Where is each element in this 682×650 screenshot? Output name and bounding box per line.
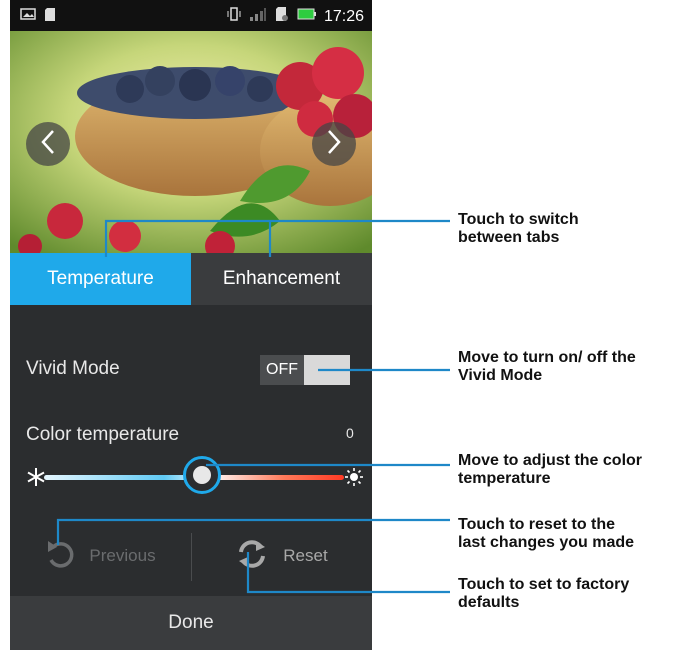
callout-vivid: Move to turn on/ off the Vivid Mode [458,349,636,385]
battery-icon [297,7,317,26]
sd-card-icon [44,7,56,27]
next-image-button[interactable] [312,122,356,166]
previous-image-button[interactable] [26,122,70,166]
refresh-icon [235,537,269,576]
callout-previous-line1: Touch to reset to the [458,516,616,533]
sim-icon [274,6,290,27]
callout-reset-line2: defaults [458,594,520,611]
callout-reset: Touch to set to factory defaults [458,576,629,612]
previous-label: Previous [89,546,156,565]
previous-button[interactable]: Previous [10,517,191,595]
callout-tabs-line1: Touch to switch [458,211,579,228]
signal-icon [249,6,267,27]
vibrate-icon [226,6,242,27]
color-temperature-slider[interactable] [22,456,364,494]
callout-tabs: Touch to switch between tabs [458,211,579,247]
status-time: 17:26 [323,7,364,25]
color-temperature-label: Color temperature [26,424,180,445]
preview-photo [10,31,372,253]
callout-previous: Touch to reset to the last changes you m… [458,516,634,552]
tab-bar: Temperature Enhancement [10,253,372,305]
reset-label: Reset [283,546,328,565]
image-icon [20,7,36,27]
callout-temperature-line1: Move to adjust the color [458,452,643,469]
vivid-mode-toggle-state: OFF [260,355,304,385]
callout-vivid-line2: Vivid Mode [458,367,543,384]
chevron-left-icon [39,129,57,160]
callout-temperature-line2: temperature [458,470,551,487]
done-button[interactable]: Done [10,596,372,650]
undo-icon [45,538,75,575]
callout-previous-line2: last changes you made [458,534,635,551]
vivid-mode-toggle[interactable]: OFF [260,355,350,385]
tab-temperature[interactable]: Temperature [10,253,191,305]
action-divider [191,533,192,581]
snowflake-icon [26,467,46,492]
chevron-right-icon [325,129,343,160]
sun-icon [344,467,364,492]
color-temperature-value: 0 [346,425,354,441]
reset-button[interactable]: Reset [191,517,372,595]
callout-reset-line1: Touch to set to factory [458,576,630,593]
callout-temperature: Move to adjust the color temperature [458,452,642,488]
callout-tabs-line2: between tabs [458,229,560,246]
callout-vivid-line1: Move to turn on/ off the [458,349,636,366]
phone-screen: 17:26 Temperature Enhancement Vivid Mode… [10,0,372,650]
tab-enhancement[interactable]: Enhancement [191,253,372,305]
slider-thumb[interactable] [183,456,221,494]
vivid-mode-label: Vivid Mode [26,358,120,379]
status-bar: 17:26 [10,0,372,31]
